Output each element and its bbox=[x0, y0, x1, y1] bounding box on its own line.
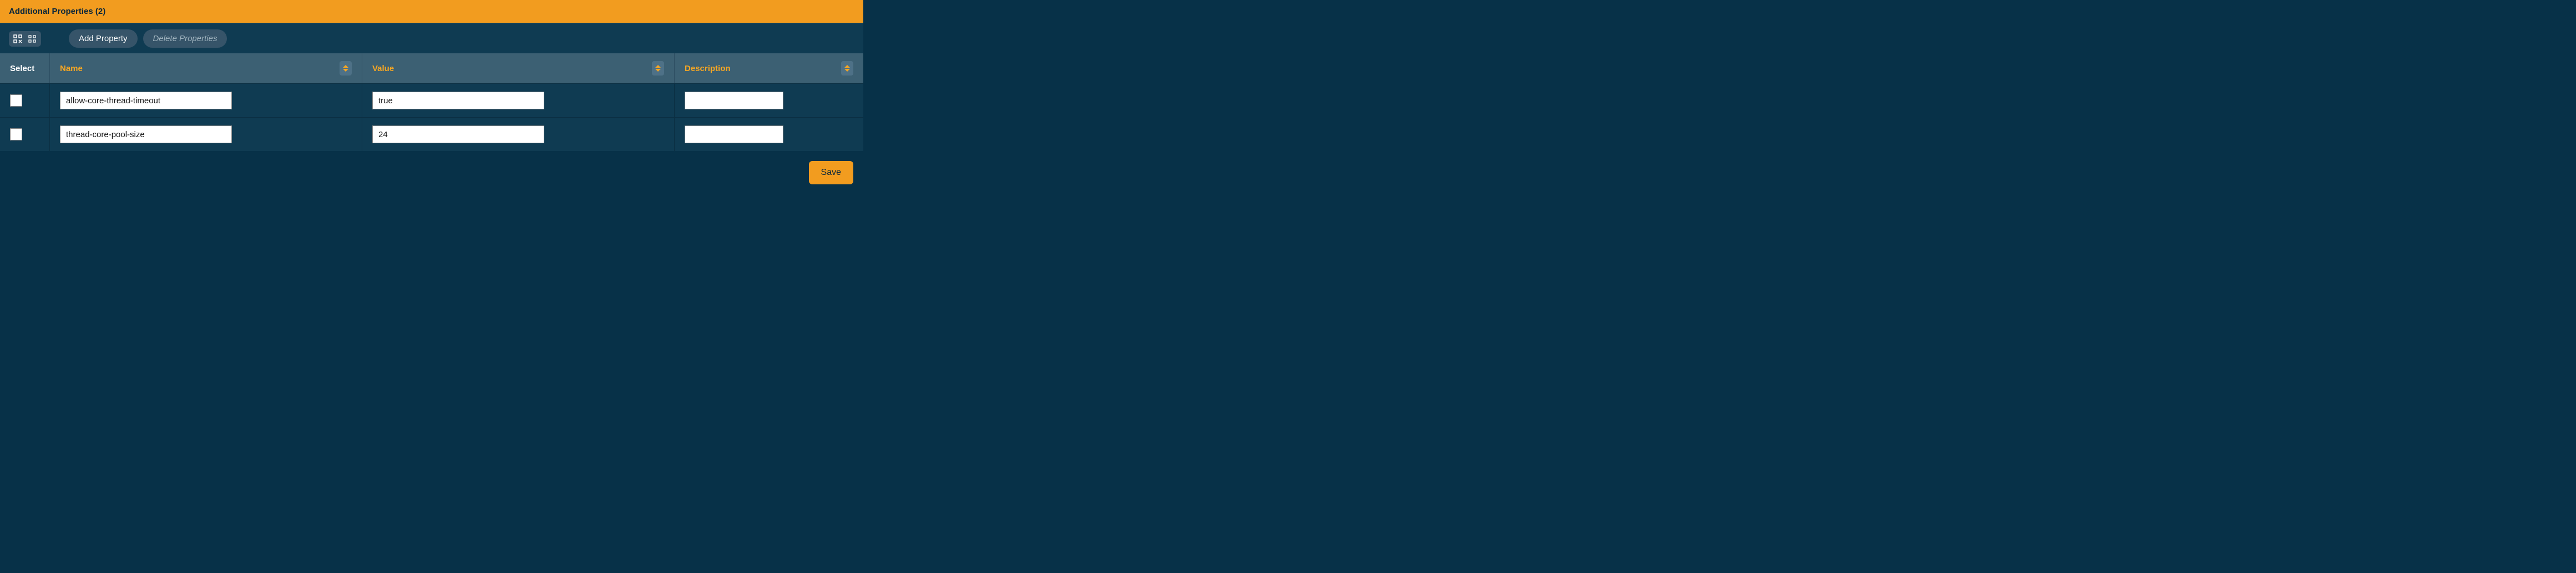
name-input[interactable] bbox=[60, 92, 232, 109]
column-header-value[interactable]: Value bbox=[362, 53, 675, 83]
column-header-description[interactable]: Description bbox=[675, 53, 863, 83]
list-view-icon[interactable] bbox=[27, 33, 38, 44]
toolbar: Add Property Delete Properties bbox=[0, 24, 863, 53]
table-header-row: Select Name Value Description bbox=[0, 53, 863, 83]
table-row bbox=[0, 117, 863, 151]
footer: Save bbox=[0, 151, 863, 194]
properties-table: Select Name Value Description bbox=[0, 53, 863, 151]
sort-icon[interactable] bbox=[841, 61, 853, 76]
description-input[interactable] bbox=[685, 125, 783, 143]
column-header-name-label: Name bbox=[60, 64, 83, 73]
panel-title: Additional Properties (2) bbox=[0, 0, 863, 24]
table-row bbox=[0, 83, 863, 117]
sort-icon[interactable] bbox=[340, 61, 352, 76]
column-header-select: Select bbox=[0, 53, 50, 83]
view-toggle bbox=[9, 31, 41, 47]
add-property-button[interactable]: Add Property bbox=[69, 29, 138, 48]
value-input[interactable] bbox=[372, 92, 544, 109]
row-select-checkbox[interactable] bbox=[10, 128, 22, 140]
save-button[interactable]: Save bbox=[809, 161, 853, 184]
delete-properties-button[interactable]: Delete Properties bbox=[143, 29, 227, 48]
name-input[interactable] bbox=[60, 125, 232, 143]
grid-view-icon[interactable] bbox=[12, 33, 23, 44]
column-header-name[interactable]: Name bbox=[50, 53, 362, 83]
sort-icon[interactable] bbox=[652, 61, 664, 76]
row-select-checkbox[interactable] bbox=[10, 94, 22, 107]
column-header-value-label: Value bbox=[372, 64, 394, 73]
column-header-description-label: Description bbox=[685, 64, 731, 73]
description-input[interactable] bbox=[685, 92, 783, 109]
value-input[interactable] bbox=[372, 125, 544, 143]
